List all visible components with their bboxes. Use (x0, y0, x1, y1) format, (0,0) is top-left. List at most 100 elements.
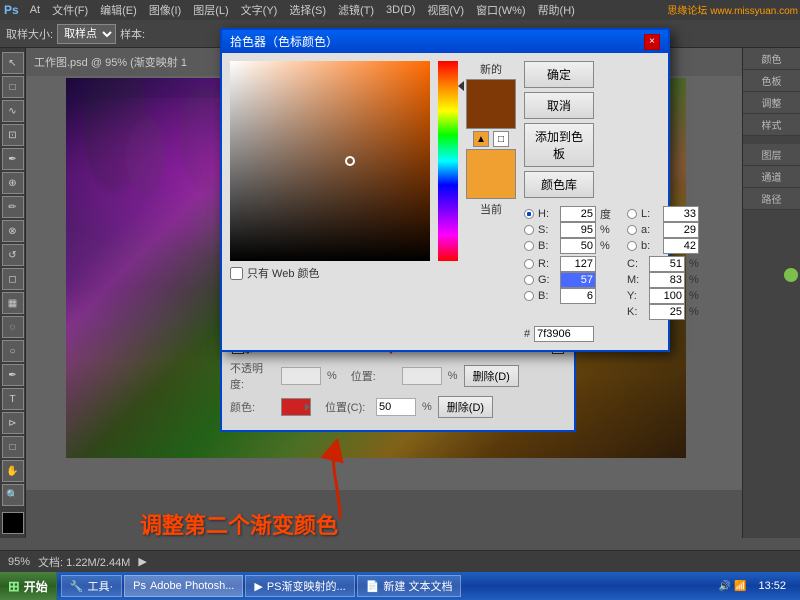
a-radio[interactable] (627, 225, 637, 235)
shape-tool[interactable]: □ (2, 436, 24, 458)
adjustments-panel[interactable]: 调整 (743, 92, 800, 114)
style-panel[interactable]: 样式 (743, 114, 800, 136)
blue-input[interactable] (560, 288, 596, 304)
l-radio[interactable] (627, 209, 637, 219)
hue-radio[interactable] (524, 209, 534, 219)
menu-image[interactable]: 图像(I) (144, 1, 186, 19)
taskbar-item-photoshop[interactable]: Ps Adobe Photosh... (124, 575, 243, 597)
lasso-tool[interactable]: ∿ (2, 100, 24, 122)
red-radio[interactable] (524, 259, 534, 269)
type-tool[interactable]: T (2, 388, 24, 410)
pen-tool[interactable]: ✒ (2, 364, 24, 386)
web-safe-icon[interactable]: □ (493, 131, 509, 147)
taskbar-item-newdoc[interactable]: 📄 新建 文本文档 (357, 575, 462, 597)
dialog-title: 拾色器（色标颜色） (230, 33, 338, 50)
move-tool[interactable]: ↖ (2, 52, 24, 74)
hue-slider[interactable] (438, 61, 458, 261)
gamut-warning-icon[interactable]: ▲ (473, 131, 489, 147)
layers-panel[interactable]: 图层 (743, 144, 800, 166)
eraser-tool[interactable]: ◻ (2, 268, 24, 290)
position-input1[interactable] (402, 367, 442, 385)
crop-tool[interactable]: ⊡ (2, 124, 24, 146)
zoom-tool[interactable]: 🔍 (2, 484, 24, 506)
taskbar-item-tools[interactable]: 🔧 工具· (61, 575, 122, 597)
paths-panel[interactable]: 路径 (743, 188, 800, 210)
taskbar-clock: 13:52 (750, 580, 794, 592)
y-input[interactable] (649, 288, 685, 304)
channels-panel[interactable]: 通道 (743, 166, 800, 188)
hue-input[interactable]: 25 (560, 206, 596, 222)
brightness-label: B: (538, 240, 556, 252)
menu-window[interactable]: 窗口(W%) (471, 1, 531, 19)
green-radio[interactable] (524, 275, 534, 285)
green-input[interactable] (560, 272, 596, 288)
b3-input[interactable] (663, 238, 699, 254)
color-saturation-brightness-field[interactable] (230, 61, 430, 261)
brightness-input[interactable]: 50 (560, 238, 596, 254)
opacity-unit: % (327, 370, 337, 382)
m-input[interactable] (649, 272, 685, 288)
right-panel: 颜色 色板 调整 样式 图层 通道 路径 (742, 48, 800, 538)
a-input[interactable] (663, 222, 699, 238)
dialog-close-button[interactable]: × (644, 34, 660, 50)
new-color-swatch (466, 79, 516, 129)
menu-type[interactable]: 文字(Y) (236, 1, 283, 19)
current-color-swatch (466, 149, 516, 199)
menu-filter[interactable]: 滤镜(T) (333, 1, 379, 19)
hex-input[interactable]: 7f3906 (534, 326, 594, 342)
l-input[interactable] (663, 206, 699, 222)
history-brush[interactable]: ↺ (2, 244, 24, 266)
healing-tool[interactable]: ⊕ (2, 172, 24, 194)
ok-button[interactable]: 确定 (524, 61, 594, 88)
k-input[interactable] (649, 304, 685, 320)
red-input[interactable] (560, 256, 596, 272)
start-button[interactable]: ⊞ 开始 (0, 572, 57, 600)
color-panel2[interactable]: 色板 (743, 70, 800, 92)
delete-opacity-button[interactable]: 删除(D) (464, 365, 519, 387)
menu-layer[interactable]: 图层(L) (188, 1, 233, 19)
hand-tool[interactable]: ✋ (2, 460, 24, 482)
blur-tool[interactable]: ◌ (2, 316, 24, 338)
path-select[interactable]: ⊳ (2, 412, 24, 434)
menu-help[interactable]: 帮助(H) (533, 1, 580, 19)
color-preview-container: 新的 ▲ □ 当前 (466, 61, 516, 342)
delete-color-button[interactable]: 删除(D) (438, 396, 493, 418)
position-label1: 位置: (351, 368, 396, 384)
opacity-input[interactable] (281, 367, 321, 385)
menu-at[interactable]: At (25, 3, 45, 17)
brush-tool[interactable]: ✏ (2, 196, 24, 218)
sample-size-select[interactable]: 取样点 (57, 24, 116, 44)
saturation-radio[interactable] (524, 225, 534, 235)
menu-select[interactable]: 选择(S) (284, 1, 331, 19)
cancel-button[interactable]: 取消 (524, 92, 594, 119)
clone-tool[interactable]: ⊗ (2, 220, 24, 242)
saturation-row: S: 95 % (524, 222, 611, 238)
b-radio[interactable] (627, 241, 637, 251)
new-color-label: 新的 (466, 61, 516, 77)
menu-edit[interactable]: 编辑(E) (95, 1, 142, 19)
color-position-input[interactable] (376, 398, 416, 416)
dialog-titlebar: 拾色器（色标颜色） × (222, 30, 668, 53)
eyedropper-tool[interactable]: ✒ (2, 148, 24, 170)
saturation-input[interactable]: 95 (560, 222, 596, 238)
menu-file[interactable]: 文件(F) (47, 1, 93, 19)
marquee-tool[interactable]: □ (2, 76, 24, 98)
fg-color[interactable] (2, 512, 24, 534)
blue-radio[interactable] (524, 291, 534, 301)
color-stop-swatch[interactable] (281, 398, 311, 416)
green-row: G: (524, 272, 611, 288)
taskbar-item-gradient[interactable]: ▶ PS渐变映射的... (245, 575, 354, 597)
c-input[interactable] (649, 256, 685, 272)
menu-view[interactable]: 视图(V) (422, 1, 469, 19)
gradient-tool[interactable]: ▦ (2, 292, 24, 314)
hue-unit: 度 (600, 206, 611, 222)
menu-3d[interactable]: 3D(D) (381, 3, 420, 17)
dodge-tool[interactable]: ○ (2, 340, 24, 362)
brightness-radio[interactable] (524, 241, 534, 251)
web-color-checkbox[interactable] (230, 267, 243, 280)
add-to-swatches-button[interactable]: 添加到色板 (524, 123, 594, 167)
taskbar-tools-label: 工具· (87, 578, 113, 594)
color-library-button[interactable]: 颜色库 (524, 171, 594, 198)
hue-label: H: (538, 208, 556, 220)
color-panel[interactable]: 颜色 (743, 48, 800, 70)
